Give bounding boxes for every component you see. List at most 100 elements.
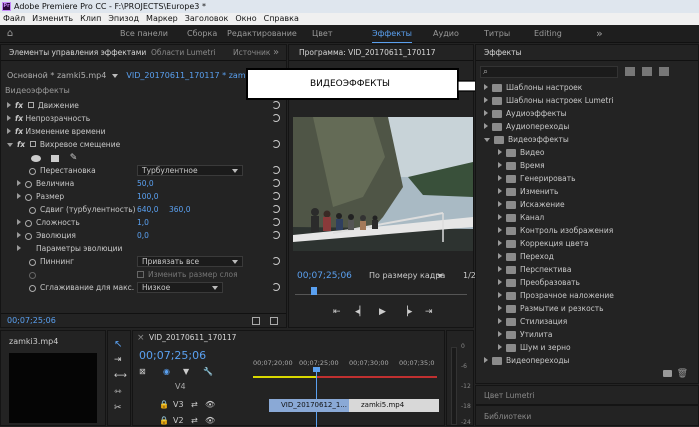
expand-arrow-icon[interactable] [17,180,21,186]
expand-arrow-icon[interactable] [7,128,11,134]
tab-libraries[interactable]: Библиотеки [484,409,531,425]
tab-lumetri-color[interactable]: Цвет Lumetri [484,388,534,404]
workspace-assembly[interactable]: Сборка [187,25,217,43]
reset-icon[interactable] [272,140,280,148]
effects-tree-item[interactable]: Шаблоны настроек Lumetri [476,94,698,107]
timeline-clip-vid[interactable]: VID_20170612_1... [269,399,349,412]
effects-tree-item[interactable]: Аудиопереходы [476,120,698,133]
expand-arrow-icon[interactable] [498,175,502,181]
filter-icon[interactable] [252,317,260,325]
effects-tree-item[interactable]: Канал [476,211,698,224]
rectangle-mask-icon[interactable] [51,154,60,162]
effects-tree-item[interactable]: Искажение [476,198,698,211]
go-to-in-icon[interactable]: ⇤ [333,307,341,317]
effect-controls-timecode[interactable]: 00;07;25;06 [7,316,56,325]
add-marker-icon[interactable]: ▼ [183,367,189,376]
tab-source[interactable]: Источник [233,45,270,61]
menu-title[interactable]: Заголовок [182,13,233,25]
expand-arrow-icon[interactable] [7,102,11,108]
lock-icon[interactable]: 🔒 [159,415,169,427]
program-timecode[interactable]: 00;07;25;06 [297,271,352,281]
workspace-titles[interactable]: Титры [484,25,510,43]
sync-lock-icon[interactable]: ⇄ [191,397,198,413]
effects-tree-item[interactable]: Генерировать [476,172,698,185]
expand-arrow-icon[interactable] [498,253,502,259]
effects-tree-item[interactable]: Переход [476,250,698,263]
effect-row-time-remap[interactable]: fx Изменение времени [1,125,286,138]
expand-arrow-icon[interactable] [498,188,502,194]
reset-icon[interactable] [272,231,280,239]
expand-arrow-icon[interactable] [498,240,502,246]
offset-y-value[interactable]: 360,0 [169,203,190,216]
yuv-effects-icon[interactable] [659,67,669,76]
effects-tree-item[interactable]: Коррекция цвета [476,237,698,250]
stopwatch-icon[interactable] [25,180,32,188]
effects-tree-item[interactable]: Аудиоэффекты [476,107,698,120]
track-select-tool-icon[interactable]: ⇥ [114,355,122,365]
expand-arrow-icon[interactable] [498,266,502,272]
selection-tool-icon[interactable]: ↖ [114,339,122,350]
close-icon[interactable]: × [137,330,145,346]
playhead-icon[interactable] [313,367,320,372]
expand-arrow-icon[interactable] [17,232,21,238]
home-icon[interactable]: ⌂ [0,25,20,43]
chevron-down-icon[interactable] [437,274,443,278]
chevron-down-icon[interactable] [111,74,118,78]
lock-icon[interactable]: 🔒 [159,397,169,413]
stopwatch-icon[interactable] [29,206,36,214]
complexity-value[interactable]: 1,0 [137,216,149,229]
workspace-audio[interactable]: Аудио [433,25,459,43]
effects-tree-item[interactable]: Шаблоны настроек [476,81,698,94]
razor-tool-icon[interactable]: ✂ [114,403,122,413]
stopwatch-icon[interactable] [25,193,32,201]
expand-arrow-icon[interactable] [498,318,502,324]
resolution-dropdown[interactable]: 1/2 [463,269,476,283]
effects-tree-item[interactable]: Шум и зерно [476,341,698,354]
menu-file[interactable]: Файл [0,13,29,25]
32bit-effects-icon[interactable] [642,67,652,76]
workspace-more-button[interactable]: » [596,25,603,43]
stopwatch-icon[interactable] [29,258,36,266]
reset-icon[interactable] [272,205,280,213]
effects-tree-item[interactable]: Преобразовать [476,276,698,289]
reset-icon[interactable] [272,101,280,109]
stopwatch-icon[interactable] [25,219,32,227]
expand-arrow-icon[interactable] [498,201,502,207]
tabs-more-button[interactable]: » [273,45,279,61]
accelerated-effects-icon[interactable] [625,67,635,76]
go-to-out-icon[interactable]: ⇥ [425,307,433,317]
menu-marker[interactable]: Маркер [143,13,182,25]
resize-layer-checkbox[interactable] [137,271,144,278]
tab-lumetri-scopes[interactable]: Области Lumetri [151,45,216,61]
trash-icon[interactable]: 🗑 [677,369,688,379]
evolution-value[interactable]: 0,0 [137,229,149,242]
offset-x-value[interactable]: 640,0 [137,203,158,216]
collapse-arrow-icon[interactable] [7,143,13,147]
effects-tree-item[interactable]: Утилита [476,328,698,341]
expand-arrow-icon[interactable] [484,97,488,103]
tab-effect-controls[interactable]: Элементы управления эффектами [9,45,146,61]
expand-arrow-icon[interactable] [17,245,21,251]
reset-icon[interactable] [272,114,280,122]
ripple-edit-tool-icon[interactable]: ⟷ [114,371,127,381]
effects-tree-item[interactable]: Видеоэффекты [476,133,698,146]
effects-tree-item[interactable]: Перспектива [476,263,698,276]
clip-thumbnail[interactable] [9,353,97,423]
eye-icon[interactable]: 👁 [205,415,215,427]
tab-effects[interactable]: Эффекты [484,45,522,61]
expand-arrow-icon[interactable] [498,214,502,220]
sync-lock-icon[interactable]: ⇄ [191,415,198,427]
work-area-bar[interactable] [253,376,317,378]
menu-clip[interactable]: Клип [77,13,105,25]
timeline-clip-zamki5[interactable]: zamki5.mp4 [349,399,439,412]
expand-arrow-icon[interactable] [484,110,488,116]
stopwatch-icon[interactable] [29,167,36,175]
reset-icon[interactable] [272,166,280,174]
expand-arrow-icon[interactable] [498,305,502,311]
reset-icon[interactable] [272,179,280,187]
effects-tree-item[interactable]: Изменить [476,185,698,198]
timeline-timecode[interactable]: 00;07;25;06 [139,349,206,362]
expand-arrow-icon[interactable] [484,123,488,129]
amount-value[interactable]: 50,0 [137,177,154,190]
reset-icon[interactable] [272,218,280,226]
